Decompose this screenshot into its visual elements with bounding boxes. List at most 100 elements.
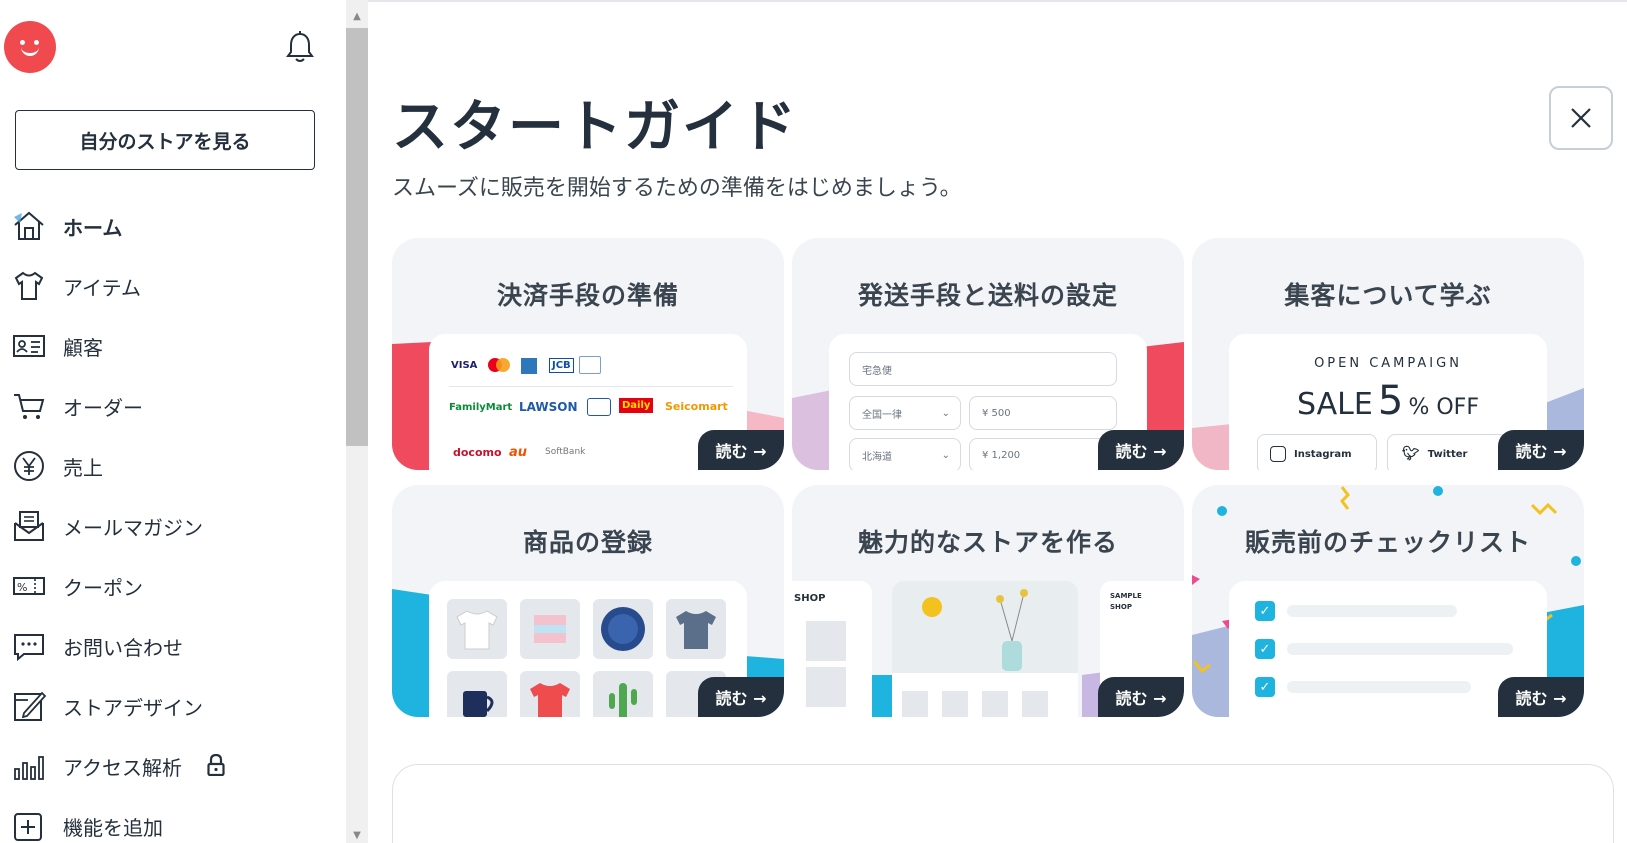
scroll-down-arrow-icon[interactable]: ▼ <box>346 825 368 843</box>
svg-text:%: % <box>17 581 27 594</box>
sidebar-item-customers[interactable]: 顧客 <box>0 316 346 376</box>
twitter-chip: 🐦︎ Twitter <box>1387 434 1507 470</box>
price-field: ¥ 500 <box>969 396 1117 430</box>
product-thumb <box>666 599 726 659</box>
checkbox-checked-icon: ✓ <box>1255 677 1275 697</box>
store-preview-left: SHOP <box>792 581 872 717</box>
ministop-icon <box>587 398 611 416</box>
sidebar-item-sales[interactable]: 売上 <box>0 436 346 496</box>
view-store-button[interactable]: 自分のストアを見る <box>15 110 315 170</box>
sidebar-item-analytics[interactable]: アクセス解析 <box>0 736 346 796</box>
au-logo: au <box>509 445 528 460</box>
preview-thumb <box>942 691 968 717</box>
plate-icon <box>601 607 645 651</box>
mail-icon <box>14 511 44 541</box>
checklist-line <box>1287 643 1513 655</box>
visa-logo: VISA <box>451 360 478 371</box>
read-button[interactable]: 読む → <box>698 430 784 470</box>
lawson-logo: LAWSON <box>519 400 578 414</box>
lock-icon <box>207 754 225 776</box>
checkbox-checked-icon: ✓ <box>1255 639 1275 659</box>
scroll-up-arrow-icon[interactable]: ▲ <box>346 6 368 26</box>
hero-image <box>892 581 1078 673</box>
bottom-panel <box>392 764 1614 843</box>
sidebar-item-coupon[interactable]: % クーポン <box>0 556 346 616</box>
sidebar-item-label: オーダー <box>63 395 143 420</box>
brand-logo[interactable] <box>4 21 56 73</box>
sidebar-item-orders[interactable]: オーダー <box>0 376 346 436</box>
preview-thumb <box>806 667 846 707</box>
design-icon <box>14 691 46 721</box>
sidebar-item-inquiries[interactable]: お問い合わせ <box>0 616 346 676</box>
amex-icon <box>521 358 537 374</box>
checklist-line <box>1287 681 1471 693</box>
sidebar-item-mail-magazine[interactable]: メールマガジン <box>0 496 346 556</box>
card-title: 販売前のチェックリスト <box>1244 528 1531 557</box>
logo-mouth <box>21 46 39 56</box>
bell-icon[interactable] <box>285 30 315 64</box>
daily-logo: Daily <box>619 398 654 413</box>
scroll-thumb[interactable] <box>346 28 368 446</box>
card-title: 商品の登録 <box>522 528 653 557</box>
sale-prefix: SALE <box>1297 387 1373 422</box>
guide-card-store-design[interactable]: 魅力的なストアを作る SHOP SAMPLE SHOP 読む → <box>792 485 1184 717</box>
sale-suffix: % OFF <box>1408 395 1479 420</box>
sidebar-item-label: アイテム <box>63 275 141 300</box>
store-name-box <box>63 18 183 82</box>
coupon-icon: % <box>13 577 45 595</box>
mug-icon <box>463 691 494 717</box>
logo-eye-left <box>20 40 25 45</box>
instagram-icon <box>1270 446 1286 462</box>
read-button[interactable]: 読む → <box>1098 430 1184 470</box>
sidebar-item-store-design[interactable]: ストアデザイン <box>0 676 346 736</box>
read-button[interactable]: 読む → <box>1098 677 1184 717</box>
sample-shop-label: SAMPLE SHOP <box>1110 592 1142 611</box>
sidebar-item-label: メールマガジン <box>63 515 203 540</box>
preview-thumb <box>1022 691 1048 717</box>
shop-label: SHOP <box>794 593 826 604</box>
id-card-icon <box>13 335 45 357</box>
read-button[interactable]: 読む → <box>1498 677 1584 717</box>
instagram-label: Instagram <box>1294 448 1352 460</box>
price-field: ¥ 1,200 <box>969 438 1117 470</box>
sidebar-item-label: 売上 <box>63 455 103 480</box>
region-value: 全国一律 <box>862 409 902 421</box>
sidebar-item-home[interactable]: ホーム <box>0 196 346 256</box>
chat-icon <box>14 634 44 662</box>
product-thumb <box>520 671 580 717</box>
card-title: 発送手段と送料の設定 <box>857 281 1118 310</box>
guide-card-checklist[interactable]: 販売前のチェックリスト ✓ ✓ ✓ 読む → <box>1192 485 1584 717</box>
seicomart-logo: Seicomart <box>665 400 728 413</box>
product-thumb <box>447 671 507 717</box>
guide-card-shipping[interactable]: 発送手段と送料の設定 宅急便 全国一律 ⌄ ¥ 500 北海道 ⌄ ¥ 1,200 … <box>792 238 1184 470</box>
cart-icon <box>14 394 45 419</box>
guide-card-products[interactable]: 商品の登録 読む → <box>392 485 784 717</box>
plus-icon <box>14 813 42 841</box>
sidebar-item-items[interactable]: アイテム <box>0 256 346 316</box>
sidebar-item-label: ホーム <box>63 215 123 240</box>
app-window: 自分のストアを見る ホーム アイテム 顧客 オーダー 売上 メールマガジン % … <box>0 0 1627 843</box>
sidebar-item-add-feature[interactable]: 機能を追加 <box>0 796 346 843</box>
sidebar-item-label: 顧客 <box>63 335 103 360</box>
sidebar-nav: ホーム アイテム 顧客 オーダー 売上 メールマガジン % クーポン お問い合わ… <box>0 196 346 843</box>
guide-card-payment[interactable]: 決済手段の準備 VISA JCB FamilyMart LAWSON Daily… <box>392 238 784 470</box>
guide-card-marketing[interactable]: 集客について学ぶ OPEN CAMPAIGN SALE 5 % OFF Inst… <box>1192 238 1584 470</box>
chart-icon <box>14 756 44 780</box>
sidebar-scrollbar[interactable]: ▲ ▼ <box>346 0 368 843</box>
read-button[interactable]: 読む → <box>698 677 784 717</box>
read-button[interactable]: 読む → <box>1498 430 1584 470</box>
mastercard-icon <box>488 358 510 372</box>
jcb-logo: JCB <box>549 358 574 373</box>
chevron-down-icon: ⌄ <box>941 407 950 419</box>
twitter-icon: 🐦︎ <box>1402 446 1420 462</box>
cactus-icon <box>609 683 637 717</box>
tshirt-white-icon <box>456 610 498 650</box>
yen-icon <box>14 451 44 481</box>
product-thumb <box>593 599 653 659</box>
preview-thumb <box>902 691 928 717</box>
campaign-sale: SALE 5 % OFF <box>1229 378 1547 424</box>
close-button[interactable] <box>1549 86 1613 150</box>
sidebar-item-label: 機能を追加 <box>63 815 163 840</box>
checkbox-checked-icon: ✓ <box>1255 601 1275 621</box>
towel-icon <box>534 615 566 643</box>
